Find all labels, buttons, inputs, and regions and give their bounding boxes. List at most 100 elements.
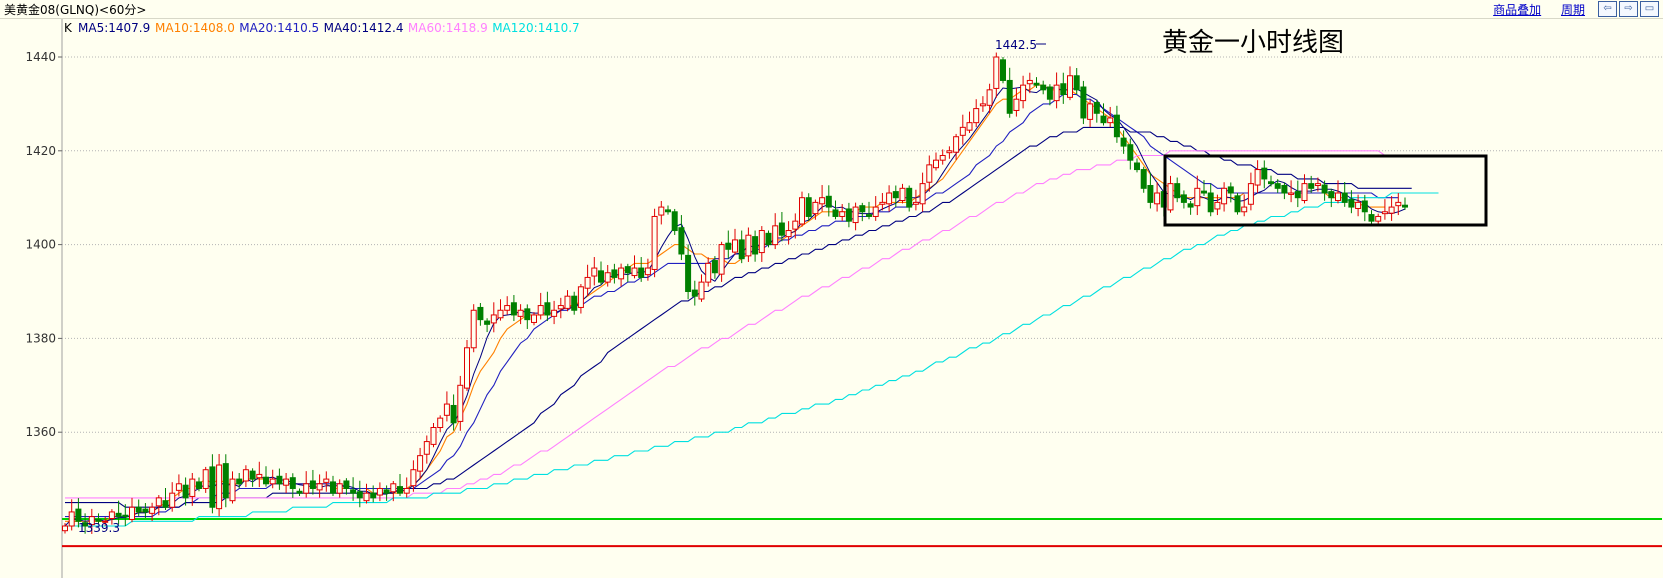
candlestick-chart[interactable]: 1360 1380 1400 1420 1440 K MA5:1407.9 MA10:140… (0, 19, 1663, 578)
candles (62, 52, 1408, 534)
candle-body (1134, 162, 1140, 171)
forward-button[interactable]: ⇨ (1619, 1, 1638, 17)
candle-body (1026, 79, 1033, 85)
candle-body (75, 508, 82, 522)
candle-body (778, 222, 785, 236)
candle-body (1361, 200, 1368, 213)
candle-body (383, 489, 390, 494)
legend-ma40: MA40:1412.4 (324, 21, 404, 35)
candle-body (933, 159, 939, 169)
candle-body (618, 267, 625, 280)
candle-body (966, 122, 973, 131)
candle-body (410, 469, 417, 487)
candle-body (953, 136, 960, 153)
candle-body (1201, 190, 1207, 194)
overlay-goods-link[interactable]: 商品叠加 (1493, 3, 1541, 17)
candle-body (242, 469, 249, 482)
candle-body (1214, 201, 1221, 210)
candle-body (866, 214, 872, 217)
window-buttons: ⇦ ⇨ ▭ (1598, 1, 1659, 17)
low-price-label: 1339.3 (78, 521, 120, 535)
candle-body (1033, 82, 1040, 86)
candle-body (256, 473, 263, 479)
candle-body (343, 480, 350, 489)
candle-body (711, 260, 718, 274)
grid-lines (61, 19, 1662, 578)
candle-body (1167, 183, 1174, 211)
candle-body (1073, 75, 1080, 91)
candle-body (497, 309, 504, 319)
candle-body (1087, 103, 1094, 120)
y-tick-label: 1360 (25, 425, 56, 439)
candle-body (403, 487, 410, 494)
candle-body (665, 209, 671, 213)
candle-body (1301, 183, 1308, 202)
candle-body (584, 276, 591, 289)
candle-body (765, 232, 772, 246)
toolbar-links: 商品叠加 周期 (1477, 1, 1585, 18)
y-tick-label: 1440 (25, 50, 56, 64)
ma-line-ma40 (65, 126, 1412, 508)
candle-body (390, 483, 397, 493)
candle-body (309, 480, 316, 489)
y-tick-label: 1420 (25, 144, 56, 158)
candle-body (799, 197, 805, 225)
candle-body (370, 492, 377, 499)
candle-body (1388, 206, 1395, 214)
candle-body (1274, 183, 1281, 189)
back-button[interactable]: ⇦ (1598, 1, 1617, 17)
y-tick-label: 1400 (25, 238, 56, 252)
candle-body (1067, 75, 1073, 98)
candle-body (1294, 191, 1301, 199)
candle-body (149, 506, 156, 514)
candle-body (638, 267, 645, 278)
legend-ma20: MA20:1410.5 (239, 21, 319, 35)
candle-body (376, 487, 383, 496)
candle-body (1013, 98, 1020, 111)
candle-body (926, 164, 933, 183)
candle-body (249, 470, 256, 480)
candle-body (772, 225, 779, 246)
candle-body (477, 306, 484, 321)
candle-body (819, 197, 826, 205)
candle-body (457, 384, 464, 422)
candle-body (979, 103, 986, 107)
candle-body (1046, 86, 1053, 100)
candle-body (705, 262, 712, 283)
candle-body (1288, 192, 1295, 195)
candle-body (155, 497, 162, 507)
candle-body (1006, 79, 1013, 114)
symbol-label: 美黄金08(GLNQ)<60分> (4, 3, 147, 17)
candle-body (1154, 192, 1161, 205)
candle-body (1000, 59, 1006, 81)
candle-body (1375, 215, 1382, 222)
high-price-label: 1442.5 (995, 38, 1037, 52)
reference-lines (62, 517, 1662, 548)
candle-body (658, 206, 665, 216)
candle-body (517, 309, 524, 317)
candle-body (1053, 84, 1060, 102)
period-link[interactable]: 周期 (1561, 3, 1585, 17)
maximize-button[interactable]: ▭ (1640, 1, 1659, 17)
candle-body (886, 192, 893, 205)
ma-line-ma120 (65, 192, 1439, 527)
candle-body (752, 236, 759, 255)
candle-body (108, 511, 115, 519)
candle-body (222, 463, 229, 499)
candle-body (1227, 186, 1234, 194)
candle-body (122, 514, 129, 518)
candle-body (564, 295, 571, 309)
candle-body (62, 525, 68, 532)
candle-body (323, 478, 330, 483)
candle-body (805, 197, 812, 217)
candle-body (1060, 83, 1067, 96)
candle-body (1268, 181, 1274, 185)
candle-body (202, 469, 209, 489)
candle-body (296, 490, 303, 494)
candle-body (1120, 137, 1127, 147)
candle-body (1247, 183, 1254, 205)
candle-body (289, 477, 296, 489)
candle-body (644, 267, 651, 276)
candle-body (531, 314, 537, 323)
candle-body (879, 201, 886, 205)
